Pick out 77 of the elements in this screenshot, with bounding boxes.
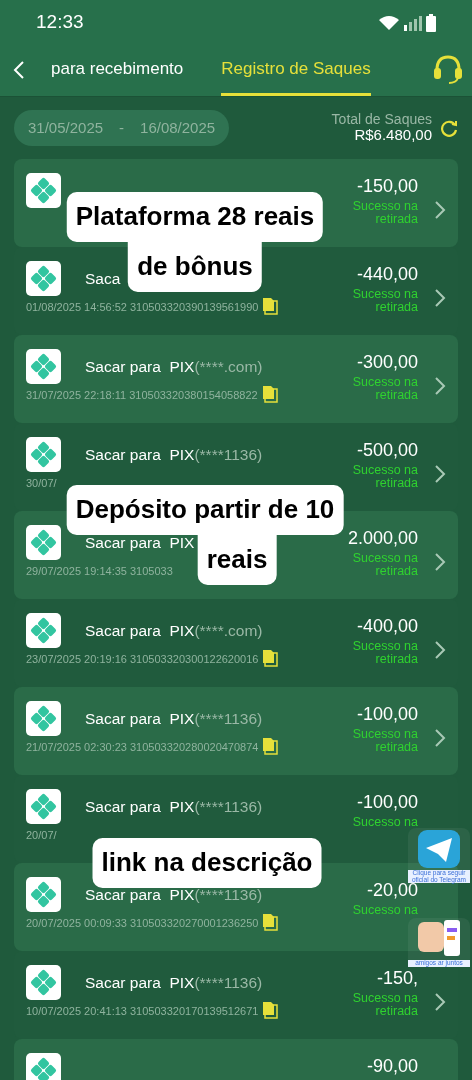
caption-toast: Depósito partir de 10 (66, 485, 344, 535)
status-text: Sucesso na retirada (351, 464, 418, 491)
amount: -440,00 (356, 263, 418, 286)
status-text: Sucesso na retirada (351, 640, 418, 667)
copy-icon[interactable] (261, 384, 278, 403)
total-amount: R$6.480,00 (353, 127, 432, 144)
date-and-id: 29/07/2025 19:14:35 3105033 (26, 564, 173, 579)
status-text: Sucesso na retirada (351, 992, 418, 1019)
caption-toast: de bônus (128, 242, 262, 292)
tab[interactable]: para recebimento (51, 43, 184, 96)
date-from: 31/05/2025 (28, 117, 104, 138)
status-text: Sucesso na retirada (351, 376, 418, 403)
amount: -100,00 (356, 791, 418, 814)
amount: -150,00 (356, 175, 418, 198)
amount: -500,00 (356, 439, 418, 462)
pix-icon (26, 789, 61, 824)
caption-toast: link na descrição (92, 838, 322, 888)
pix-icon (26, 261, 61, 296)
status-text: Sucesso na retirada (351, 728, 418, 755)
pix-icon (26, 1053, 61, 1080)
date-to: 16/08/2025 (140, 117, 216, 138)
amount: -100,00 (356, 703, 418, 726)
status-text: Sucesso na retirada (351, 200, 418, 227)
copy-icon[interactable] (262, 912, 279, 931)
withdraw-title: Sacar para PIX(****1136) (85, 796, 263, 817)
transaction-card[interactable]: Sacar para PIX(****1136) 21/07/2025 02:30:23 310503320280020470874 -100,00 Sucesso na retirada (14, 687, 458, 775)
amount: -90,00 (366, 1055, 418, 1078)
amount: -150, (376, 967, 418, 990)
wifi-icon (378, 14, 400, 31)
pix-icon (26, 525, 61, 560)
pix-icon (26, 701, 61, 736)
copy-icon[interactable] (262, 736, 279, 755)
date-and-id: 21/07/2025 02:30:23 310503320280020470874 (26, 740, 259, 755)
copy-icon[interactable] (262, 296, 279, 315)
date-and-id: 10/07/2025 20:41:13 310503320170139512671 (26, 1004, 259, 1019)
back-icon[interactable] (13, 60, 25, 80)
amount: -300,00 (356, 351, 418, 374)
date-and-id: 20/07/ (26, 828, 57, 843)
paper-plane-icon[interactable] (416, 828, 462, 870)
withdraw-title: Sacar para PIX(****1136) (85, 708, 263, 729)
withdraw-title: Sacar para PIX(****1136) (85, 972, 263, 993)
status-text: Sucesso na (351, 816, 418, 830)
copy-icon[interactable] (262, 1000, 279, 1019)
withdraw-title: Sacar para PIX (85, 532, 195, 553)
pix-icon (26, 173, 61, 208)
caption-toast: Plataforma 28 reais (66, 192, 324, 242)
pix-icon (26, 613, 61, 648)
pix-icon (26, 877, 61, 912)
status-text: Sucesso na retirada (351, 288, 418, 315)
headset-icon[interactable] (432, 54, 464, 84)
withdraw-title: Sacar para PIX(****.com) (85, 356, 263, 377)
withdraw-title: Saca (85, 268, 121, 289)
refresh-icon[interactable] (440, 119, 458, 137)
withdraw-title: Sacar para PIX(****.com) (85, 620, 263, 641)
caption-toast: reais (197, 535, 277, 585)
date-separator: - (119, 117, 125, 138)
pix-icon (26, 965, 61, 1000)
battery-icon (426, 13, 436, 32)
date-and-id: 31/07/2025 22:18:11 310503320380154058822 (26, 388, 258, 403)
pix-icon (26, 349, 61, 384)
clock: 12:33 (36, 10, 84, 35)
total-label: Total de Saques (331, 112, 432, 128)
amount: -400,00 (356, 615, 418, 638)
copy-icon[interactable] (262, 648, 279, 667)
amount: 2.000,00 (347, 527, 418, 550)
date-and-id: 01/08/2025 14:56:52 310503320390139561990 (26, 300, 259, 315)
signal-icon (404, 14, 422, 31)
tab[interactable]: Registro de Saques (221, 43, 371, 96)
transaction-card[interactable]: Sacar para PIX(****.com) 31/07/2025 22:18:11 310503320380154058822 -300,00 Sucesso na retirada (14, 335, 458, 423)
date-and-id: 20/07/2025 00:09:33 310503320270001236250 (26, 916, 259, 931)
withdraw-title: Sacar para PIX(****1136) (85, 444, 263, 465)
transaction-card[interactable]: -90,00 (14, 1039, 458, 1080)
date-and-id: 23/07/2025 20:19:16 310503320300122620016 (26, 652, 259, 667)
pix-icon (26, 437, 61, 472)
date-and-id: 30/07/ (26, 476, 57, 491)
status-text: Sucesso na (351, 904, 418, 918)
status-text: Sucesso na retirada (351, 552, 418, 579)
